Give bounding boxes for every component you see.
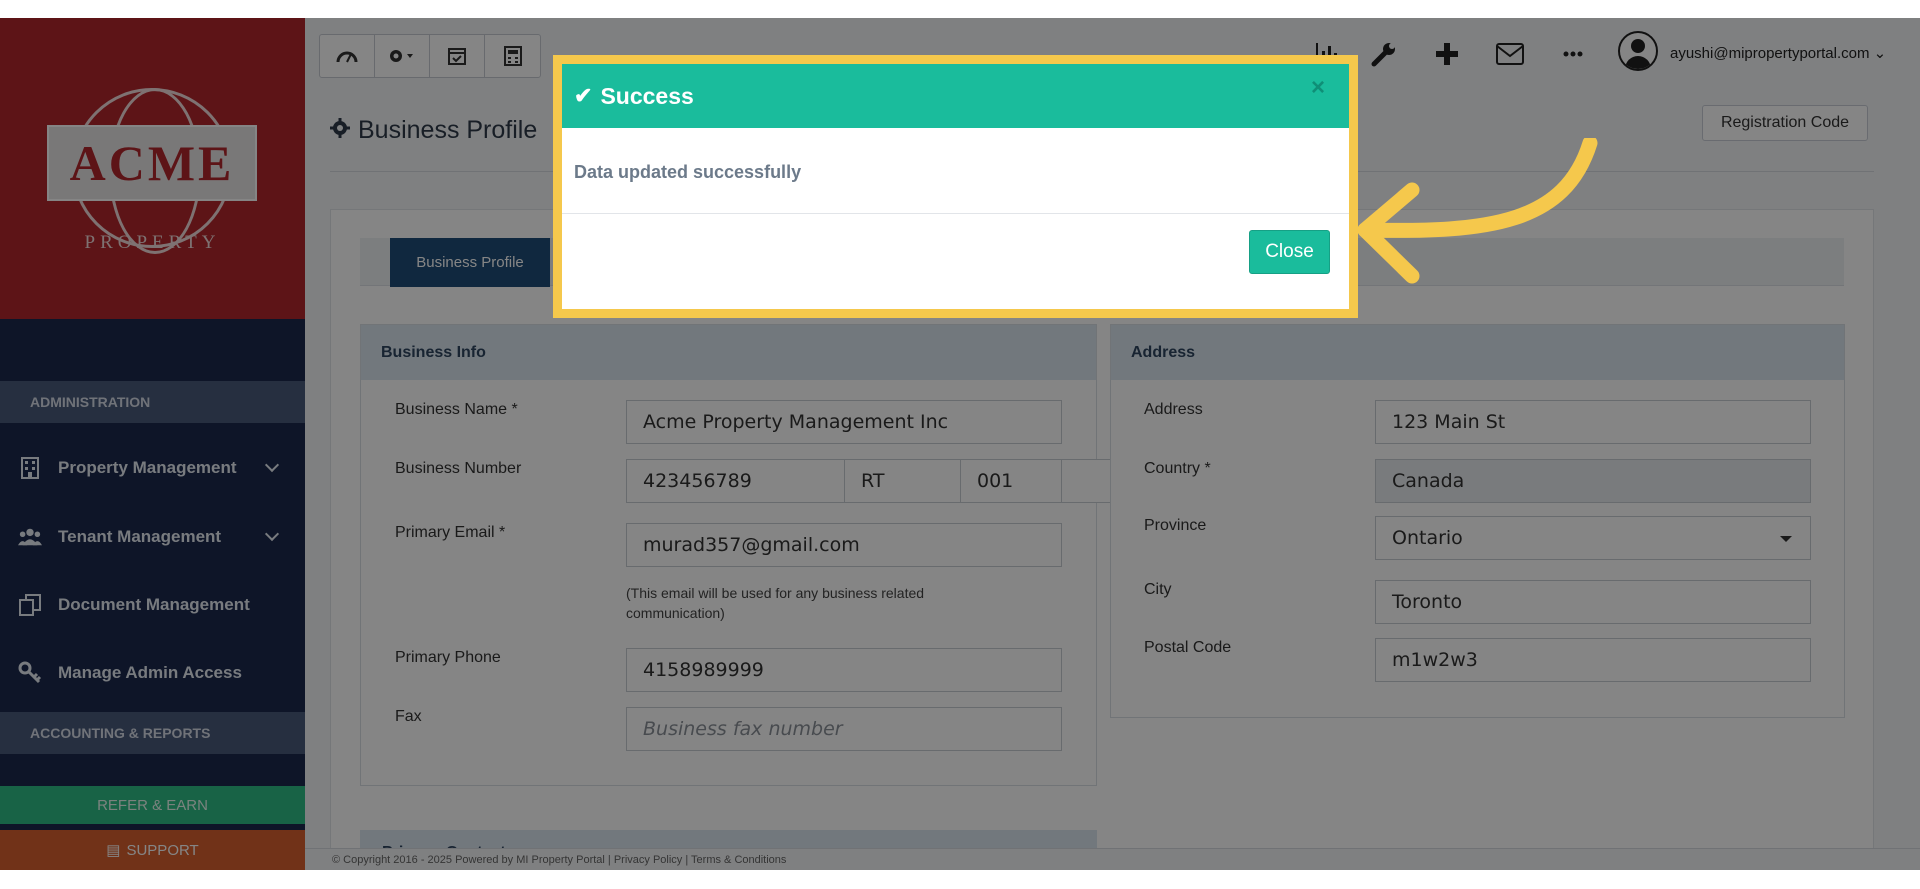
modal-header: ✔ Success ×	[562, 64, 1349, 128]
app-window: ACME PROPERTY ADMINISTRATION Property Ma…	[0, 18, 1920, 870]
modal-message: Data updated successfully	[574, 162, 802, 182]
close-icon[interactable]: ×	[1311, 74, 1325, 102]
annotation-arrow-icon	[1357, 138, 1598, 284]
modal-title: Success	[600, 82, 694, 109]
success-modal: ✔ Success × Data updated successfully Cl…	[553, 55, 1358, 318]
check-icon: ✔	[574, 83, 593, 108]
close-button[interactable]: Close	[1249, 230, 1330, 274]
divider	[562, 213, 1349, 214]
